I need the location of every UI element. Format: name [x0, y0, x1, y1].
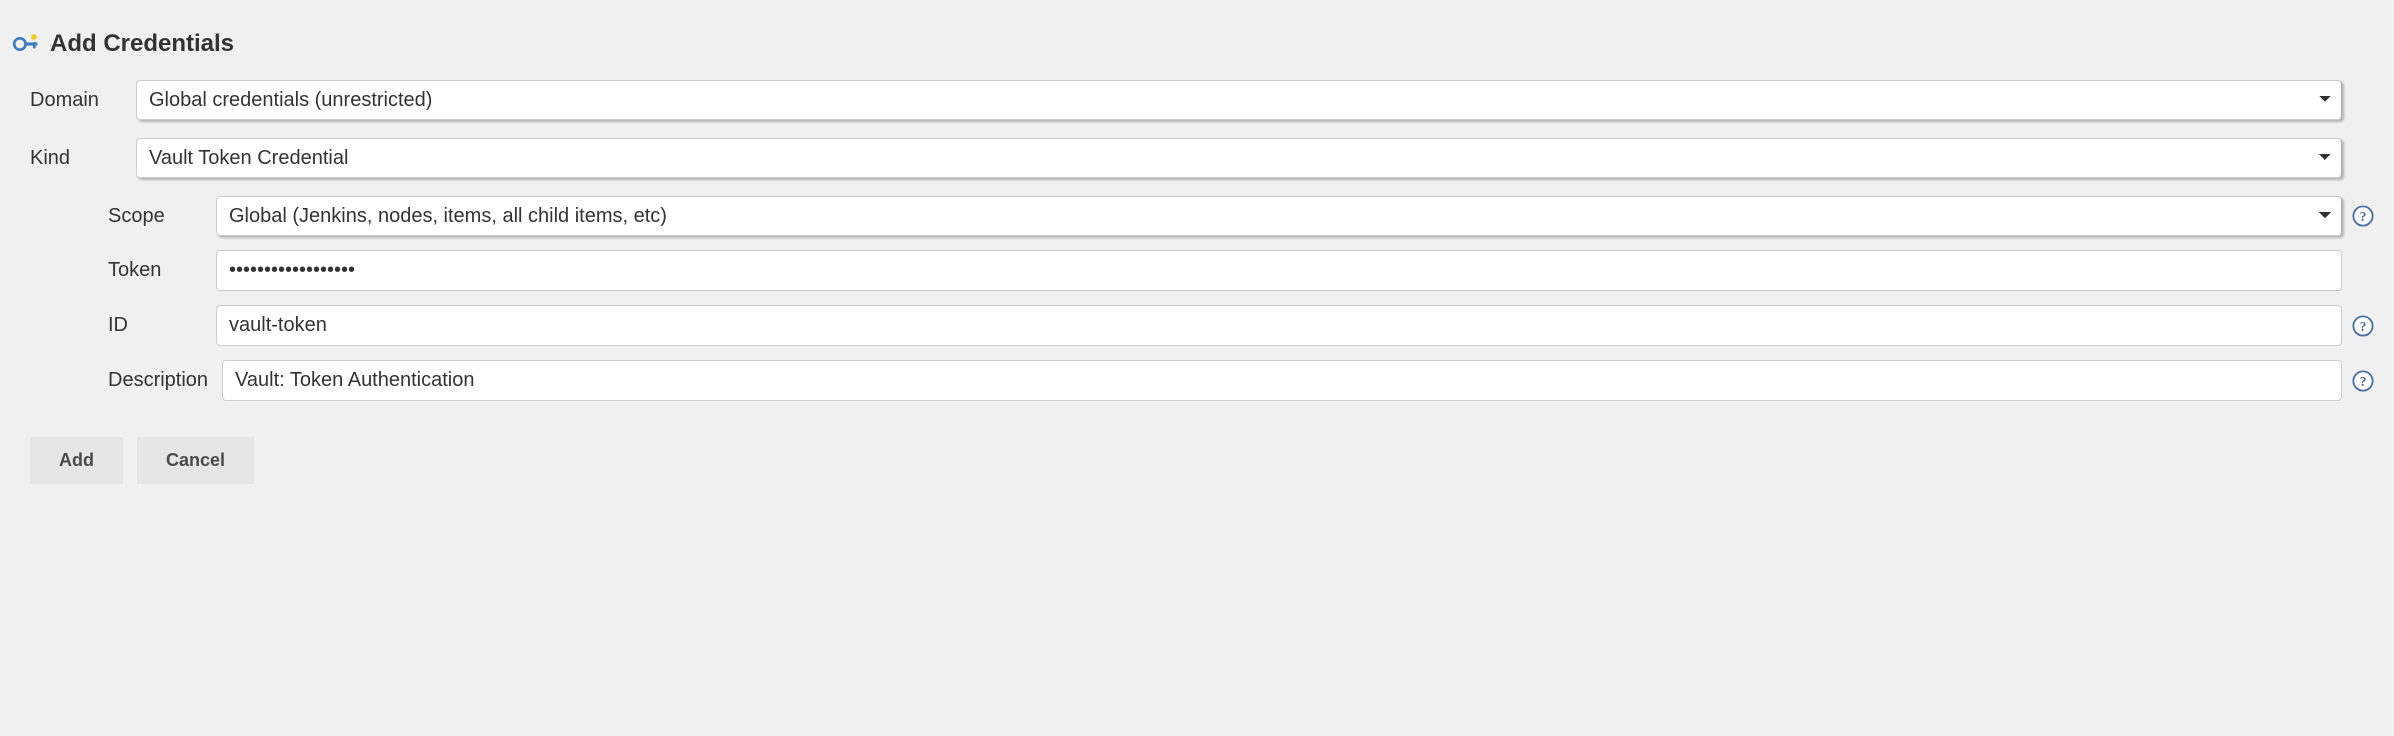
row-domain: Domain Global credentials (unrestricted) — [12, 80, 2374, 120]
token-input[interactable] — [216, 250, 2342, 291]
label-domain: Domain — [12, 89, 122, 112]
key-icon — [12, 30, 40, 58]
help-icon[interactable]: ? — [2352, 370, 2374, 392]
svg-text:?: ? — [2360, 209, 2367, 224]
row-kind: Kind Vault Token Credential — [12, 138, 2374, 178]
row-description: Description ? — [12, 360, 2374, 401]
id-input[interactable] — [216, 305, 2342, 346]
row-scope: Scope Global (Jenkins, nodes, items, all… — [12, 196, 2374, 236]
label-description: Description — [12, 369, 208, 392]
description-input[interactable] — [222, 360, 2342, 401]
add-button[interactable]: Add — [30, 437, 123, 484]
label-token: Token — [12, 259, 202, 282]
domain-select[interactable]: Global credentials (unrestricted) — [136, 80, 2342, 120]
label-id: ID — [12, 314, 202, 337]
label-kind: Kind — [12, 147, 122, 170]
cancel-button[interactable]: Cancel — [137, 437, 254, 484]
button-row: Add Cancel — [12, 437, 2374, 484]
kind-select[interactable]: Vault Token Credential — [136, 138, 2342, 178]
row-id: ID ? — [12, 305, 2374, 346]
row-token: Token — [12, 250, 2374, 291]
help-icon[interactable]: ? — [2352, 205, 2374, 227]
svg-text:?: ? — [2360, 319, 2367, 334]
svg-text:?: ? — [2360, 374, 2367, 389]
scope-select[interactable]: Global (Jenkins, nodes, items, all child… — [216, 196, 2342, 236]
label-scope: Scope — [12, 205, 202, 228]
page-title: Add Credentials — [50, 30, 234, 58]
page-header: Add Credentials — [12, 30, 2374, 58]
help-icon[interactable]: ? — [2352, 315, 2374, 337]
